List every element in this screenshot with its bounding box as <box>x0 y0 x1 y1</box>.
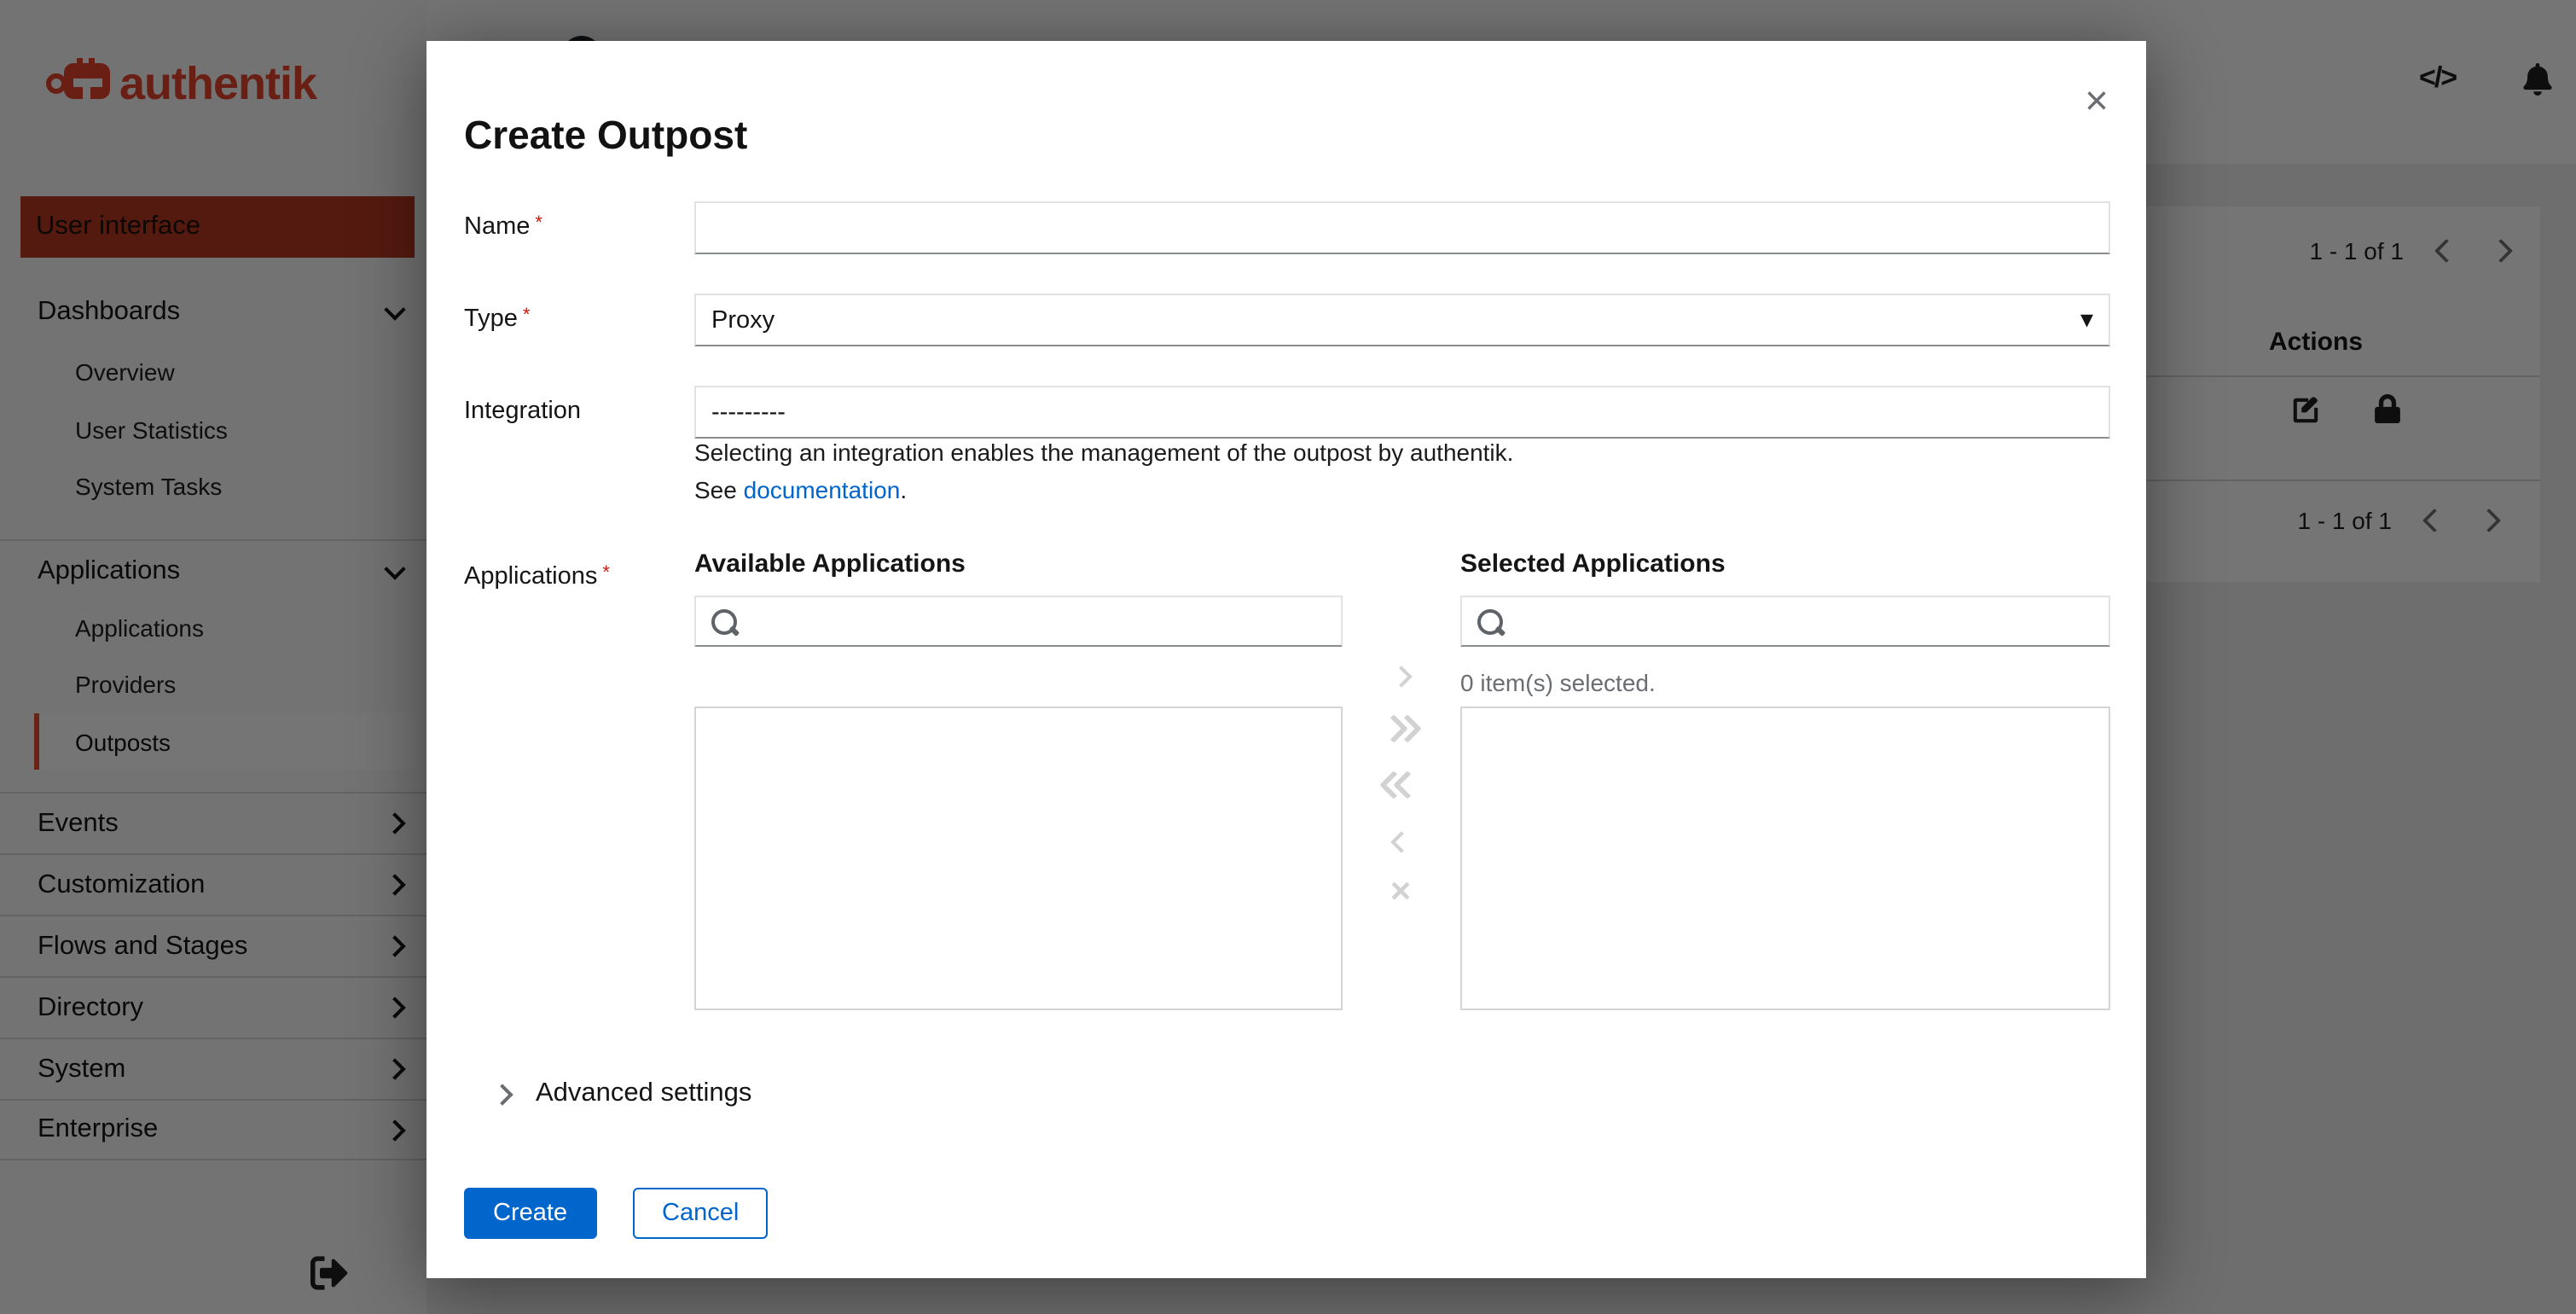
advanced-settings-toggle[interactable]: Advanced settings <box>491 1079 752 1109</box>
screen: authentik User interface Dashboards Over… <box>0 0 2576 1314</box>
chevron-right-icon <box>491 1083 513 1105</box>
required-asterisk: * <box>535 213 542 234</box>
caret-down-icon: ▾ <box>2080 305 2093 334</box>
type-select-value: Proxy <box>711 306 775 334</box>
selected-count-text: 0 item(s) selected. <box>1460 669 1656 696</box>
cancel-button[interactable]: Cancel <box>633 1188 769 1239</box>
selected-applications-title: Selected Applications <box>1460 549 1726 579</box>
name-field[interactable] <box>694 201 2110 254</box>
create-outpost-modal: Create Outpost × Name * Type * Proxy ▾ Int… <box>426 41 2146 1278</box>
search-icon <box>711 608 737 634</box>
integration-label: Integration <box>464 398 582 425</box>
integration-select-value: --------- <box>711 398 786 426</box>
advanced-settings-label: Advanced settings <box>536 1079 752 1108</box>
required-asterisk: * <box>522 305 531 326</box>
create-button[interactable]: Create <box>464 1188 597 1239</box>
search-icon <box>1477 608 1503 634</box>
documentation-link[interactable]: documentation <box>744 476 901 503</box>
transfer-add-all-icon[interactable] <box>1343 710 1459 747</box>
transfer-clear-icon[interactable]: × <box>1343 874 1459 911</box>
applications-label: Applications * <box>464 563 610 590</box>
integration-help-text: Selecting an integration enables the man… <box>694 439 1514 466</box>
close-icon[interactable]: × <box>2078 81 2115 123</box>
selected-search-input[interactable] <box>1460 596 2110 647</box>
type-select[interactable]: Proxy ▾ <box>694 294 2110 346</box>
name-label: Name * <box>464 213 542 241</box>
type-label: Type * <box>464 305 531 333</box>
modal-title: Create Outpost <box>464 113 748 158</box>
selected-applications-list[interactable] <box>1460 706 2110 1010</box>
transfer-remove-all-icon[interactable] <box>1343 766 1459 804</box>
available-search-input[interactable] <box>694 596 1343 647</box>
transfer-add-selected-icon[interactable] <box>1343 657 1459 695</box>
transfer-remove-selected-icon[interactable] <box>1343 823 1459 860</box>
integration-help-doc-line: See documentation. <box>694 476 908 503</box>
integration-select[interactable]: --------- <box>694 386 2110 439</box>
available-applications-list[interactable] <box>694 706 1343 1010</box>
required-asterisk: * <box>602 563 610 584</box>
available-applications-title: Available Applications <box>694 549 966 579</box>
